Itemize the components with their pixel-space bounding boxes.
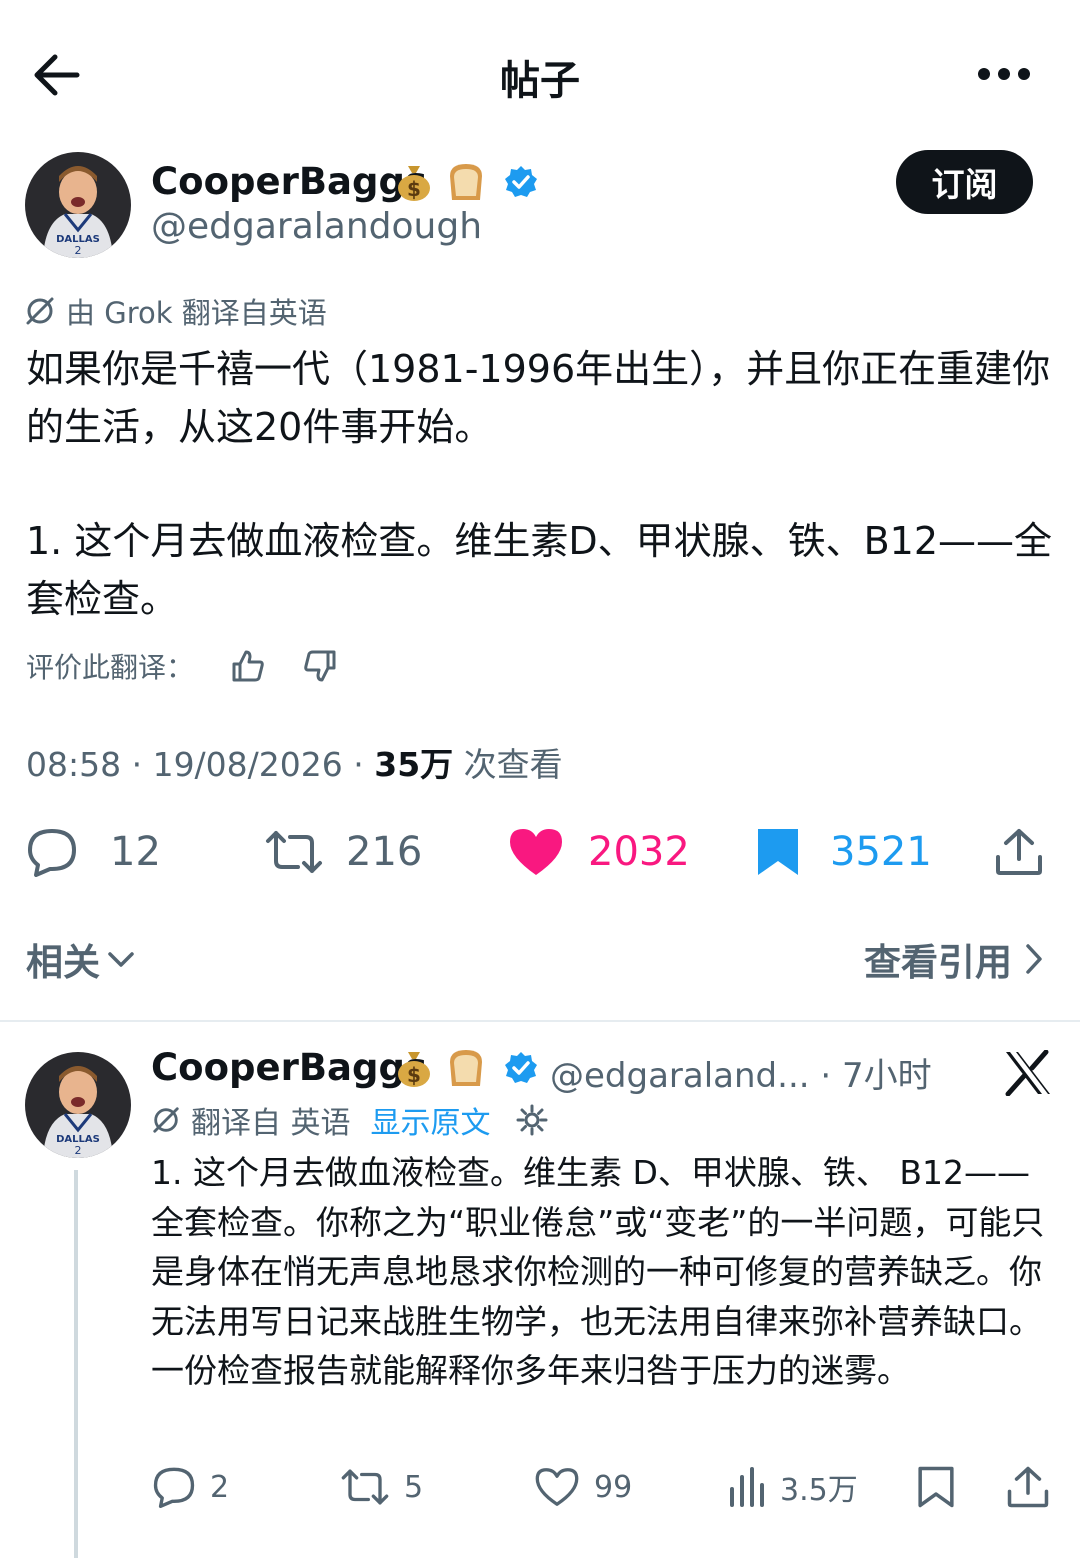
bookmark-icon: [918, 1466, 954, 1508]
heart-filled-icon: [510, 829, 562, 875]
like-count: 99: [594, 1469, 633, 1505]
view-label: 次查看: [453, 745, 563, 784]
reply-button[interactable]: 2: [152, 1462, 229, 1512]
reply-handle: @edgaraland... · 7小时: [550, 1048, 932, 1097]
reply-author-name[interactable]: CooperBaggs: [151, 1046, 427, 1089]
chevron-down-icon: [108, 952, 134, 967]
reply-text: 1. 这个月去做血液检查。维生素 D、甲状腺、铁、 B12——全套检查。你称之为…: [151, 1153, 1045, 1390]
share-button[interactable]: [1006, 1462, 1050, 1512]
thumbs-up-icon[interactable]: [228, 646, 268, 686]
bookmark-button[interactable]: [916, 1462, 956, 1512]
reply-icon: [153, 1467, 195, 1508]
post-paragraph: 如果你是千禧一代（1981-1996年出生），并且你正在重建你的生活，从这20件…: [26, 347, 1051, 449]
more-options-button[interactable]: [974, 54, 1034, 94]
repost-count: 5: [404, 1469, 424, 1505]
divider: [0, 1020, 1080, 1022]
repost-button[interactable]: 5: [340, 1462, 423, 1512]
share-icon: [996, 829, 1042, 875]
related-label: 相关: [26, 941, 100, 984]
post-meta: 08:58 · 19/08/2026 · 35万 次查看: [26, 738, 563, 786]
top-bar: 帖子: [0, 0, 1080, 150]
post-actions: 12 216 2032 3521: [0, 820, 1080, 884]
bar-chart-icon: [730, 1467, 764, 1507]
reply-time: · 7小时: [809, 1056, 932, 1096]
post-paragraph: 1. 这个月去做血液检查。维生素D、甲状腺、铁、B12——全套检查。: [26, 519, 1053, 621]
svg-text:$: $: [407, 1063, 421, 1087]
svg-text:2: 2: [75, 1144, 82, 1157]
bread-icon: [444, 160, 488, 206]
page-title: 帖子: [500, 58, 580, 104]
related-dropdown[interactable]: 相关: [26, 932, 136, 986]
reply-translation-note: 翻译自 英语 显示原文: [151, 1098, 549, 1142]
heart-icon: [535, 1468, 579, 1506]
show-original-link[interactable]: 显示原文: [371, 1098, 491, 1142]
verified-badge-icon: [503, 1050, 539, 1090]
x-logo-icon: [1004, 1049, 1052, 1097]
like-button[interactable]: 2032: [508, 820, 690, 884]
rate-label: 评价此翻译：: [26, 651, 195, 684]
reply-actions: 2 5 99 3.5万: [0, 1462, 1080, 1512]
like-button[interactable]: 99: [534, 1462, 632, 1512]
view-quotes-label: 查看引用: [864, 941, 1012, 984]
avatar[interactable]: DALLAS 2: [25, 1052, 131, 1158]
share-button[interactable]: [994, 820, 1044, 884]
bookmark-count: 3521: [830, 829, 932, 875]
chevron-right-icon: [1026, 944, 1042, 974]
view-quotes-link[interactable]: 查看引用: [864, 932, 1044, 986]
reply-count: 2: [210, 1469, 230, 1505]
reply-icon: [28, 829, 76, 877]
translate-icon: [153, 1107, 179, 1133]
rate-translation: 评价此翻译：: [26, 645, 340, 687]
repost-count: 216: [346, 829, 423, 875]
like-count: 2032: [588, 829, 690, 875]
post-timestamp[interactable]: 08:58 · 19/08/2026 ·: [26, 745, 374, 784]
translation-note: 由 Grok 翻译自英语: [24, 292, 327, 330]
view-count: 3.5万: [780, 1473, 858, 1508]
repost-button[interactable]: 216: [264, 820, 422, 884]
subscribe-button[interactable]: 订阅: [896, 150, 1033, 214]
verified-badge-icon: [503, 164, 539, 204]
author-name[interactable]: CooperBaggs: [151, 160, 427, 203]
translated-from-label: 翻译自 英语: [191, 1106, 351, 1141]
svg-text:2: 2: [75, 244, 82, 257]
money-bag-icon: $: [396, 160, 432, 206]
bookmark-filled-icon: [758, 829, 798, 875]
reply-handle-text[interactable]: @edgaraland...: [550, 1056, 810, 1096]
translate-icon: [26, 297, 54, 325]
svg-text:$: $: [407, 177, 421, 201]
reply-button[interactable]: 12: [26, 820, 161, 884]
bookmark-button[interactable]: 3521: [756, 820, 932, 884]
views-button[interactable]: 3.5万: [728, 1462, 858, 1512]
share-icon: [1007, 1466, 1049, 1508]
reply-count: 12: [110, 829, 161, 875]
repost-icon: [266, 831, 322, 873]
money-bag-icon: $: [396, 1046, 432, 1092]
bread-icon: [444, 1046, 488, 1092]
translation-note-text: 由 Grok 翻译自英语: [66, 296, 327, 330]
repost-icon: [341, 1469, 389, 1505]
author-handle[interactable]: @edgaralandough: [151, 206, 482, 247]
view-count: 35万: [374, 745, 454, 784]
gear-icon[interactable]: [515, 1103, 549, 1137]
thumbs-down-icon[interactable]: [300, 646, 340, 686]
avatar[interactable]: DALLAS 2: [25, 152, 131, 258]
more-horizontal-icon: [978, 68, 1030, 80]
